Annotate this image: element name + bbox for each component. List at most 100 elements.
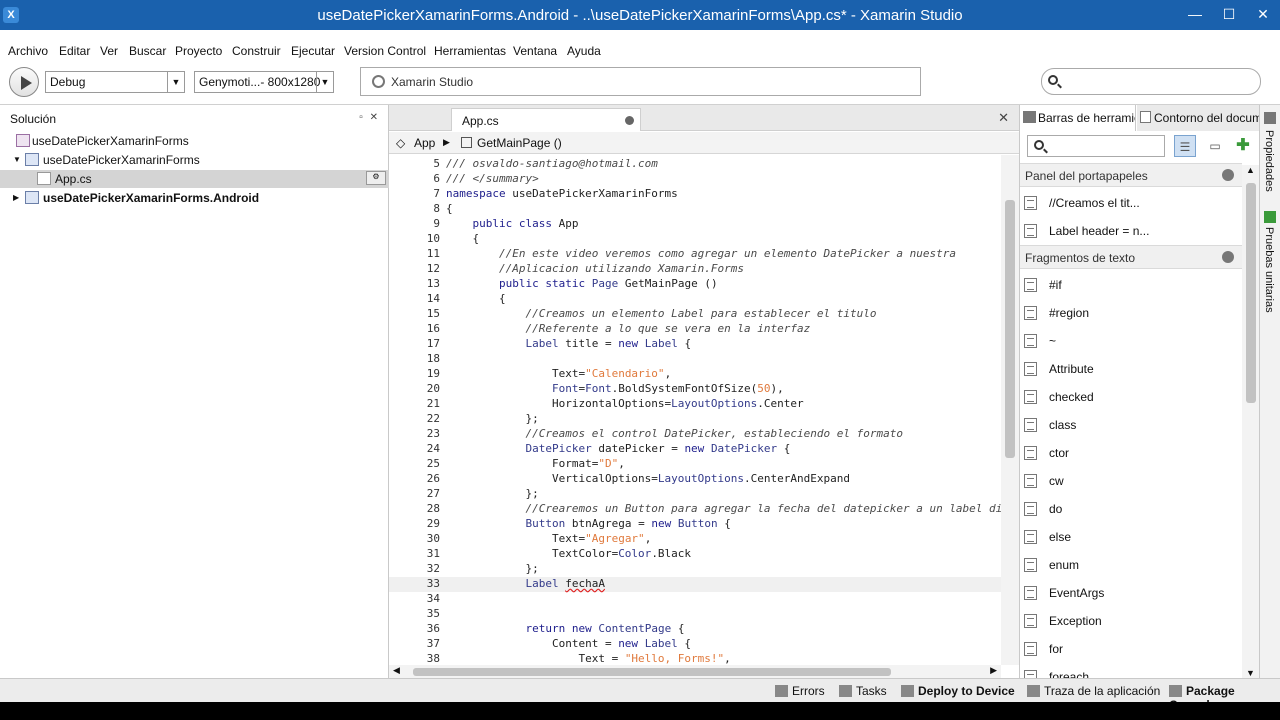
code-line[interactable]: 36 return new ContentPage {	[389, 622, 1001, 637]
code-line[interactable]: 32 };	[389, 562, 1001, 577]
toolbox-section-header[interactable]: Fragmentos de texto	[1020, 245, 1242, 269]
code-line[interactable]: 26 VerticalOptions=LayoutOptions.CenterA…	[389, 472, 1001, 487]
menu-ayuda[interactable]: Ayuda	[567, 44, 601, 58]
tasks-pad-button[interactable]: Tasks	[839, 684, 887, 698]
code-line[interactable]: 9 public class App	[389, 217, 1001, 232]
code-line[interactable]: 19 Text="Calendario",	[389, 367, 1001, 382]
scroll-left-icon[interactable]: ◀	[393, 665, 400, 676]
toolbox-item[interactable]: enum	[1020, 551, 1242, 579]
breadcrumb-class[interactable]: App	[414, 136, 435, 150]
code-line[interactable]: 10 {	[389, 232, 1001, 247]
editor-horizontal-scrollbar[interactable]: ◀ ▶	[389, 665, 1001, 679]
code-line[interactable]: 34	[389, 592, 1001, 607]
code-line[interactable]: 37 Content = new Label {	[389, 637, 1001, 652]
expand-icon[interactable]: ▶	[13, 193, 19, 202]
code-line[interactable]: 29 Button btnAgrega = new Button {	[389, 517, 1001, 532]
code-line[interactable]: 11 //En este video veremos como agregar …	[389, 247, 1001, 262]
collapse-icon[interactable]	[1222, 169, 1234, 181]
toolbox-search-input[interactable]	[1027, 135, 1165, 157]
expand-icon[interactable]: ▼	[13, 155, 21, 164]
run-button[interactable]	[9, 67, 39, 97]
code-line[interactable]: 6 /// </summary>	[389, 172, 1001, 187]
code-line[interactable]: 22 };	[389, 412, 1001, 427]
code-line[interactable]: 18	[389, 352, 1001, 367]
code-line[interactable]: 21 HorizontalOptions=LayoutOptions.Cente…	[389, 397, 1001, 412]
toolbox-item[interactable]: Label header = n...	[1020, 217, 1242, 245]
options-icon[interactable]: ⚙	[366, 171, 386, 185]
tree-item-android-project[interactable]: ▶ useDatePickerXamarinForms.Android	[0, 189, 389, 207]
scroll-thumb[interactable]	[1246, 183, 1256, 403]
toolbox-item[interactable]: #region	[1020, 299, 1242, 327]
code-line[interactable]: 28 //Crearemos un Button para agregar la…	[389, 502, 1001, 517]
configuration-select[interactable]: Debug ▼	[45, 71, 185, 93]
list-view-button[interactable]: ☰	[1174, 135, 1196, 157]
menu-editar[interactable]: Editar	[59, 44, 90, 58]
scroll-thumb[interactable]	[1005, 200, 1015, 458]
editor-vertical-scrollbar[interactable]	[1001, 155, 1019, 665]
code-line[interactable]: 20 Font=Font.BoldSystemFontOfSize(50),	[389, 382, 1001, 397]
toolbox-item[interactable]: ~	[1020, 327, 1242, 355]
toolbox-item[interactable]: do	[1020, 495, 1242, 523]
dock-icon[interactable]: ▫	[359, 112, 363, 123]
tab-properties[interactable]: Propiedades	[1263, 130, 1275, 192]
tab-document-outline[interactable]: Contorno del documento	[1137, 105, 1260, 131]
menu-ver[interactable]: Ver	[100, 44, 118, 58]
close-icon[interactable]: ✕	[370, 112, 378, 123]
tree-item-project[interactable]: ▼ useDatePickerXamarinForms	[0, 151, 389, 169]
menu-ventana[interactable]: Ventana	[513, 44, 557, 58]
close-button[interactable]: ✕	[1246, 0, 1280, 30]
scroll-down-icon[interactable]: ▼	[1246, 668, 1255, 678]
menu-version-control[interactable]: Version Control	[344, 44, 426, 58]
tab-app-cs[interactable]: App.cs	[451, 108, 641, 131]
code-line[interactable]: 7 namespace useDatePickerXamarinForms	[389, 187, 1001, 202]
code-line[interactable]: 13 public static Page GetMainPage ()	[389, 277, 1001, 292]
code-line[interactable]: 12 //Aplicacion utilizando Xamarin.Forms	[389, 262, 1001, 277]
toolbox-section-header[interactable]: Panel del portapapeles	[1020, 163, 1242, 187]
tree-item-solution[interactable]: useDatePickerXamarinForms	[0, 132, 389, 150]
menu-herramientas[interactable]: Herramientas	[434, 44, 506, 58]
tab-unit-tests[interactable]: Pruebas unitarias	[1263, 227, 1275, 313]
code-line[interactable]: 8{	[389, 202, 1001, 217]
code-area[interactable]: 5 /// osvaldo-santiago@hotmail.com 6 /// </…	[389, 155, 1001, 665]
toolbox-item[interactable]: cw	[1020, 467, 1242, 495]
code-line[interactable]: 38 Text = "Hello, Forms!",	[389, 652, 1001, 665]
toolbox-item[interactable]: Exception	[1020, 607, 1242, 635]
close-icon[interactable]: ✕	[998, 110, 1009, 126]
scroll-right-icon[interactable]: ▶	[990, 665, 997, 676]
code-line[interactable]: 16 //Referente a lo que se vera en la in…	[389, 322, 1001, 337]
toolbox-item[interactable]: ctor	[1020, 439, 1242, 467]
code-line[interactable]: 33 Label fechaA	[389, 577, 1001, 592]
collapse-icon[interactable]	[1222, 251, 1234, 263]
maximize-button[interactable]: ☐	[1212, 0, 1246, 30]
code-line[interactable]: 31 TextColor=Color.Black	[389, 547, 1001, 562]
compact-view-button[interactable]: ▭	[1204, 135, 1226, 157]
code-line[interactable]: 27 };	[389, 487, 1001, 502]
code-line[interactable]: 17 Label title = new Label {	[389, 337, 1001, 352]
scroll-up-icon[interactable]: ▲	[1246, 165, 1255, 175]
toolbox-item[interactable]: //Creamos el tit...	[1020, 189, 1242, 217]
code-line[interactable]: 25 Format="D",	[389, 457, 1001, 472]
add-icon[interactable]: ✚	[1232, 135, 1254, 157]
code-line[interactable]: 24 DatePicker datePicker = new DatePicke…	[389, 442, 1001, 457]
scroll-thumb[interactable]	[413, 668, 891, 676]
code-line[interactable]: 15 //Creamos un elemento Label para esta…	[389, 307, 1001, 322]
code-line[interactable]: 14 {	[389, 292, 1001, 307]
application-trace-button[interactable]: Traza de la aplicación	[1027, 684, 1160, 698]
toolbox-item[interactable]: else	[1020, 523, 1242, 551]
menu-construir[interactable]: Construir	[232, 44, 281, 58]
code-line[interactable]: 30 Text="Agregar",	[389, 532, 1001, 547]
unsaved-dot-icon[interactable]	[625, 116, 634, 125]
breadcrumb-method[interactable]: GetMainPage ()	[477, 136, 562, 150]
menu-archivo[interactable]: Archivo	[8, 44, 48, 58]
toolbox-item[interactable]: Attribute	[1020, 355, 1242, 383]
code-line[interactable]: 35	[389, 607, 1001, 622]
code-line[interactable]: 5 /// osvaldo-santiago@hotmail.com	[389, 157, 1001, 172]
menu-ejecutar[interactable]: Ejecutar	[291, 44, 335, 58]
toolbox-item[interactable]: for	[1020, 635, 1242, 663]
minimize-button[interactable]: —	[1178, 0, 1212, 30]
toolbox-item[interactable]: checked	[1020, 383, 1242, 411]
toolbox-item[interactable]: class	[1020, 411, 1242, 439]
global-search-input[interactable]	[1041, 68, 1261, 95]
tab-toolbox[interactable]: Barras de herramientas	[1020, 105, 1136, 131]
menu-proyecto[interactable]: Proyecto	[175, 44, 222, 58]
